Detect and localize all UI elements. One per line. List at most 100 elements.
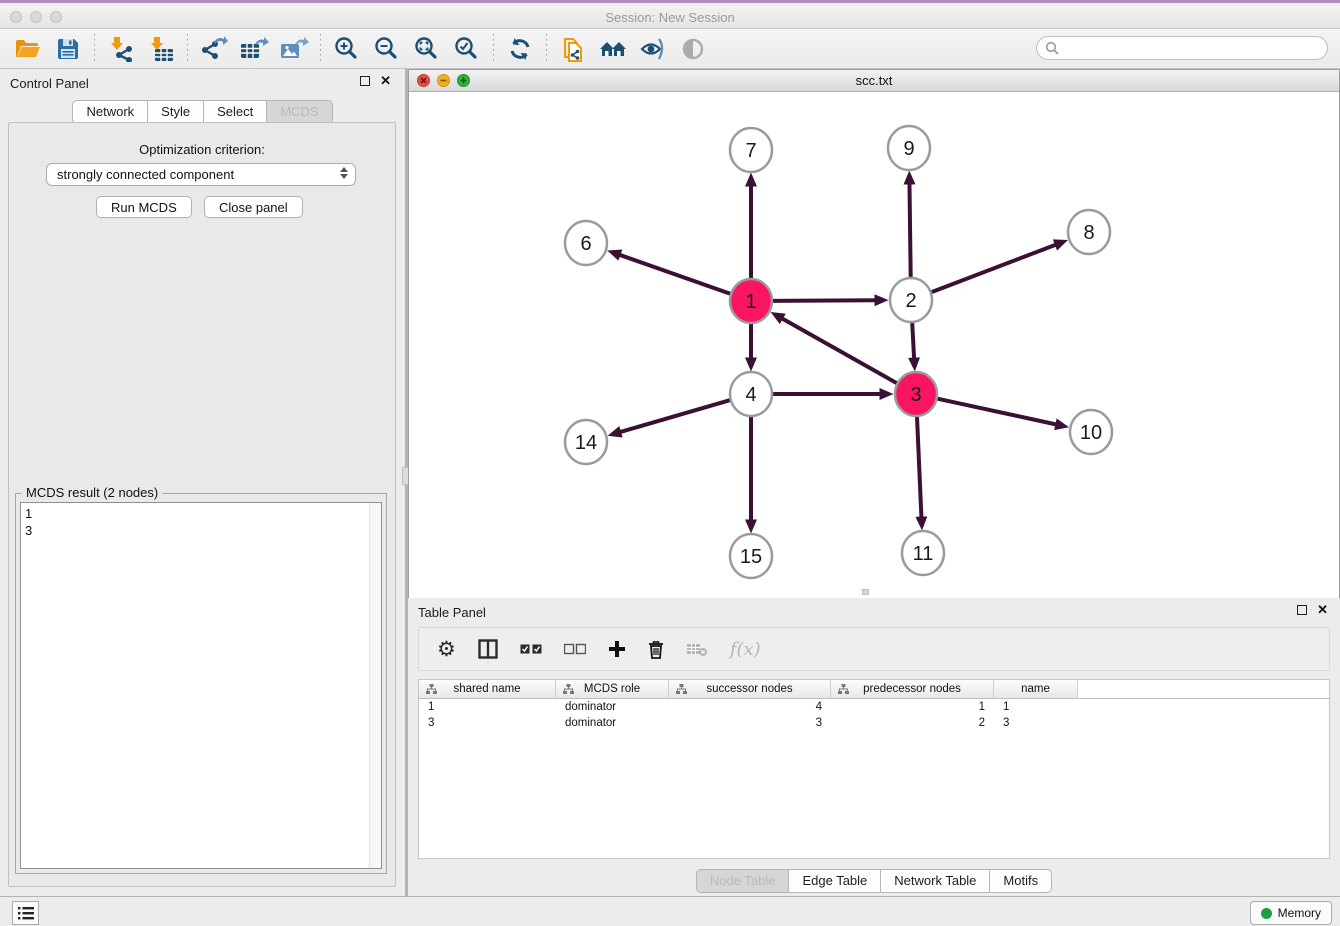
tab-node-table[interactable]: Node Table bbox=[696, 869, 790, 893]
toolbar-separator bbox=[546, 34, 547, 64]
table-cell[interactable]: dominator bbox=[556, 699, 669, 715]
table-cell[interactable]: 1 bbox=[419, 699, 556, 715]
add-column-icon[interactable] bbox=[608, 640, 626, 658]
edge-3-10[interactable] bbox=[937, 399, 1055, 425]
table-cell[interactable]: 2 bbox=[831, 715, 994, 731]
edge-3-1[interactable] bbox=[782, 319, 896, 384]
tab-network-table[interactable]: Network Table bbox=[881, 869, 990, 893]
table-cell[interactable]: 1 bbox=[831, 699, 994, 715]
table-cell[interactable]: 1 bbox=[994, 699, 1078, 715]
edge-2-3[interactable] bbox=[912, 322, 914, 358]
import-network-icon[interactable] bbox=[101, 32, 141, 66]
close-table-panel-icon[interactable]: ✕ bbox=[1317, 605, 1328, 615]
canvas-resize-handle[interactable] bbox=[862, 589, 869, 595]
table-cell[interactable]: 4 bbox=[669, 699, 831, 715]
search-input[interactable] bbox=[1059, 39, 1327, 57]
node-1[interactable]: 1 bbox=[730, 279, 772, 323]
node-4[interactable]: 4 bbox=[730, 372, 772, 416]
select-all-columns-icon[interactable] bbox=[520, 643, 542, 655]
open-session-icon[interactable] bbox=[8, 32, 48, 66]
toolbar-separator bbox=[320, 34, 321, 64]
result-scrollbar[interactable] bbox=[369, 503, 381, 868]
table-settings-gear-icon[interactable]: ⚙ bbox=[437, 639, 456, 660]
close-panel-button[interactable]: Close panel bbox=[204, 196, 303, 218]
export-image-icon[interactable] bbox=[274, 32, 314, 66]
save-session-icon[interactable] bbox=[48, 32, 88, 66]
column-header-mcds-role[interactable]: MCDS role bbox=[556, 680, 669, 699]
table-cell[interactable]: 3 bbox=[419, 715, 556, 731]
column-header-shared-name[interactable]: shared name bbox=[419, 680, 556, 699]
mcds-result-text[interactable]: 1 3 bbox=[20, 502, 382, 869]
node-label: 7 bbox=[745, 140, 756, 162]
float-table-panel-icon[interactable] bbox=[1297, 605, 1307, 615]
table-cell[interactable]: 3 bbox=[994, 715, 1078, 731]
network-canvas[interactable]: 1 2 3 4 6 7 8 9 10 11 14 15 bbox=[409, 92, 1339, 598]
memory-button[interactable]: Memory bbox=[1250, 901, 1332, 925]
memory-label: Memory bbox=[1278, 906, 1321, 920]
hide-panels-icon[interactable] bbox=[633, 32, 673, 66]
node-8[interactable]: 8 bbox=[1068, 210, 1110, 254]
table-row[interactable]: 1dominator411 bbox=[419, 699, 1329, 715]
edge-3-11[interactable] bbox=[917, 416, 921, 517]
application-window: Session: New Session bbox=[0, 0, 1340, 926]
toolbar-separator bbox=[94, 34, 95, 64]
main-area: Control Panel ✕ NetworkStyleSelectMCDS O… bbox=[0, 69, 1340, 896]
deselect-all-columns-icon[interactable] bbox=[564, 643, 586, 655]
node-label: 6 bbox=[580, 233, 591, 255]
zoom-fit-icon[interactable] bbox=[407, 32, 447, 66]
control-panel-tabs: NetworkStyleSelectMCDS bbox=[0, 100, 405, 124]
show-all-networks-icon[interactable] bbox=[593, 32, 633, 66]
node-label: 9 bbox=[903, 138, 914, 160]
table-cell[interactable]: dominator bbox=[556, 715, 669, 731]
edge-1-6[interactable] bbox=[620, 255, 730, 294]
zoom-out-icon[interactable] bbox=[367, 32, 407, 66]
tab-edge-table[interactable]: Edge Table bbox=[789, 869, 881, 893]
task-history-button[interactable] bbox=[12, 901, 39, 925]
close-panel-icon[interactable]: ✕ bbox=[380, 76, 391, 86]
tab-style[interactable]: Style bbox=[148, 100, 204, 124]
node-11[interactable]: 11 bbox=[902, 531, 944, 575]
export-table-icon[interactable] bbox=[234, 32, 274, 66]
column-header-predecessor-nodes[interactable]: predecessor nodes bbox=[831, 680, 994, 699]
zoom-in-icon[interactable] bbox=[327, 32, 367, 66]
tab-mcds[interactable]: MCDS bbox=[267, 100, 332, 124]
delete-table-icon-disabled bbox=[686, 641, 708, 657]
export-network-icon[interactable] bbox=[194, 32, 234, 66]
column-header-successor-nodes[interactable]: successor nodes bbox=[669, 680, 831, 699]
edge-2-9[interactable] bbox=[909, 184, 910, 278]
delete-column-icon[interactable] bbox=[648, 640, 664, 659]
node-7[interactable]: 7 bbox=[730, 128, 772, 172]
node-label: 4 bbox=[745, 384, 756, 406]
edge-1-2[interactable] bbox=[773, 300, 875, 301]
float-panel-icon[interactable] bbox=[360, 76, 370, 86]
node-15[interactable]: 15 bbox=[730, 534, 772, 578]
node-14[interactable]: 14 bbox=[565, 420, 607, 464]
optimization-criterion-select[interactable]: strongly connected component bbox=[46, 163, 356, 186]
clone-network-icon[interactable] bbox=[553, 32, 593, 66]
import-table-icon[interactable] bbox=[141, 32, 181, 66]
network-window-title: scc.txt bbox=[409, 73, 1339, 88]
node-3[interactable]: 3 bbox=[895, 372, 937, 416]
column-header-name[interactable]: name bbox=[994, 680, 1078, 699]
edge-4-14[interactable] bbox=[621, 400, 730, 432]
node-2[interactable]: 2 bbox=[890, 278, 932, 322]
zoom-selected-icon[interactable] bbox=[447, 32, 487, 66]
node-label: 11 bbox=[913, 543, 934, 565]
tab-motifs[interactable]: Motifs bbox=[990, 869, 1052, 893]
toggle-visibility-icon[interactable] bbox=[673, 32, 713, 66]
show-columns-icon[interactable] bbox=[478, 639, 498, 659]
network-graph[interactable]: 1 2 3 4 6 7 8 9 10 11 14 15 bbox=[409, 92, 1339, 598]
select-arrows-icon bbox=[340, 167, 348, 179]
run-mcds-button[interactable]: Run MCDS bbox=[96, 196, 192, 218]
node-9[interactable]: 9 bbox=[888, 126, 930, 170]
table-cell[interactable]: 3 bbox=[669, 715, 831, 731]
tab-select[interactable]: Select bbox=[204, 100, 267, 124]
search-box[interactable] bbox=[1036, 36, 1328, 60]
node-6[interactable]: 6 bbox=[565, 221, 607, 265]
edge-2-8[interactable] bbox=[932, 245, 1056, 292]
node-label: 1 bbox=[745, 291, 756, 313]
node-10[interactable]: 10 bbox=[1070, 410, 1112, 454]
refresh-layout-icon[interactable] bbox=[500, 32, 540, 66]
tab-network[interactable]: Network bbox=[72, 100, 148, 124]
table-row[interactable]: 3dominator323 bbox=[419, 715, 1329, 731]
